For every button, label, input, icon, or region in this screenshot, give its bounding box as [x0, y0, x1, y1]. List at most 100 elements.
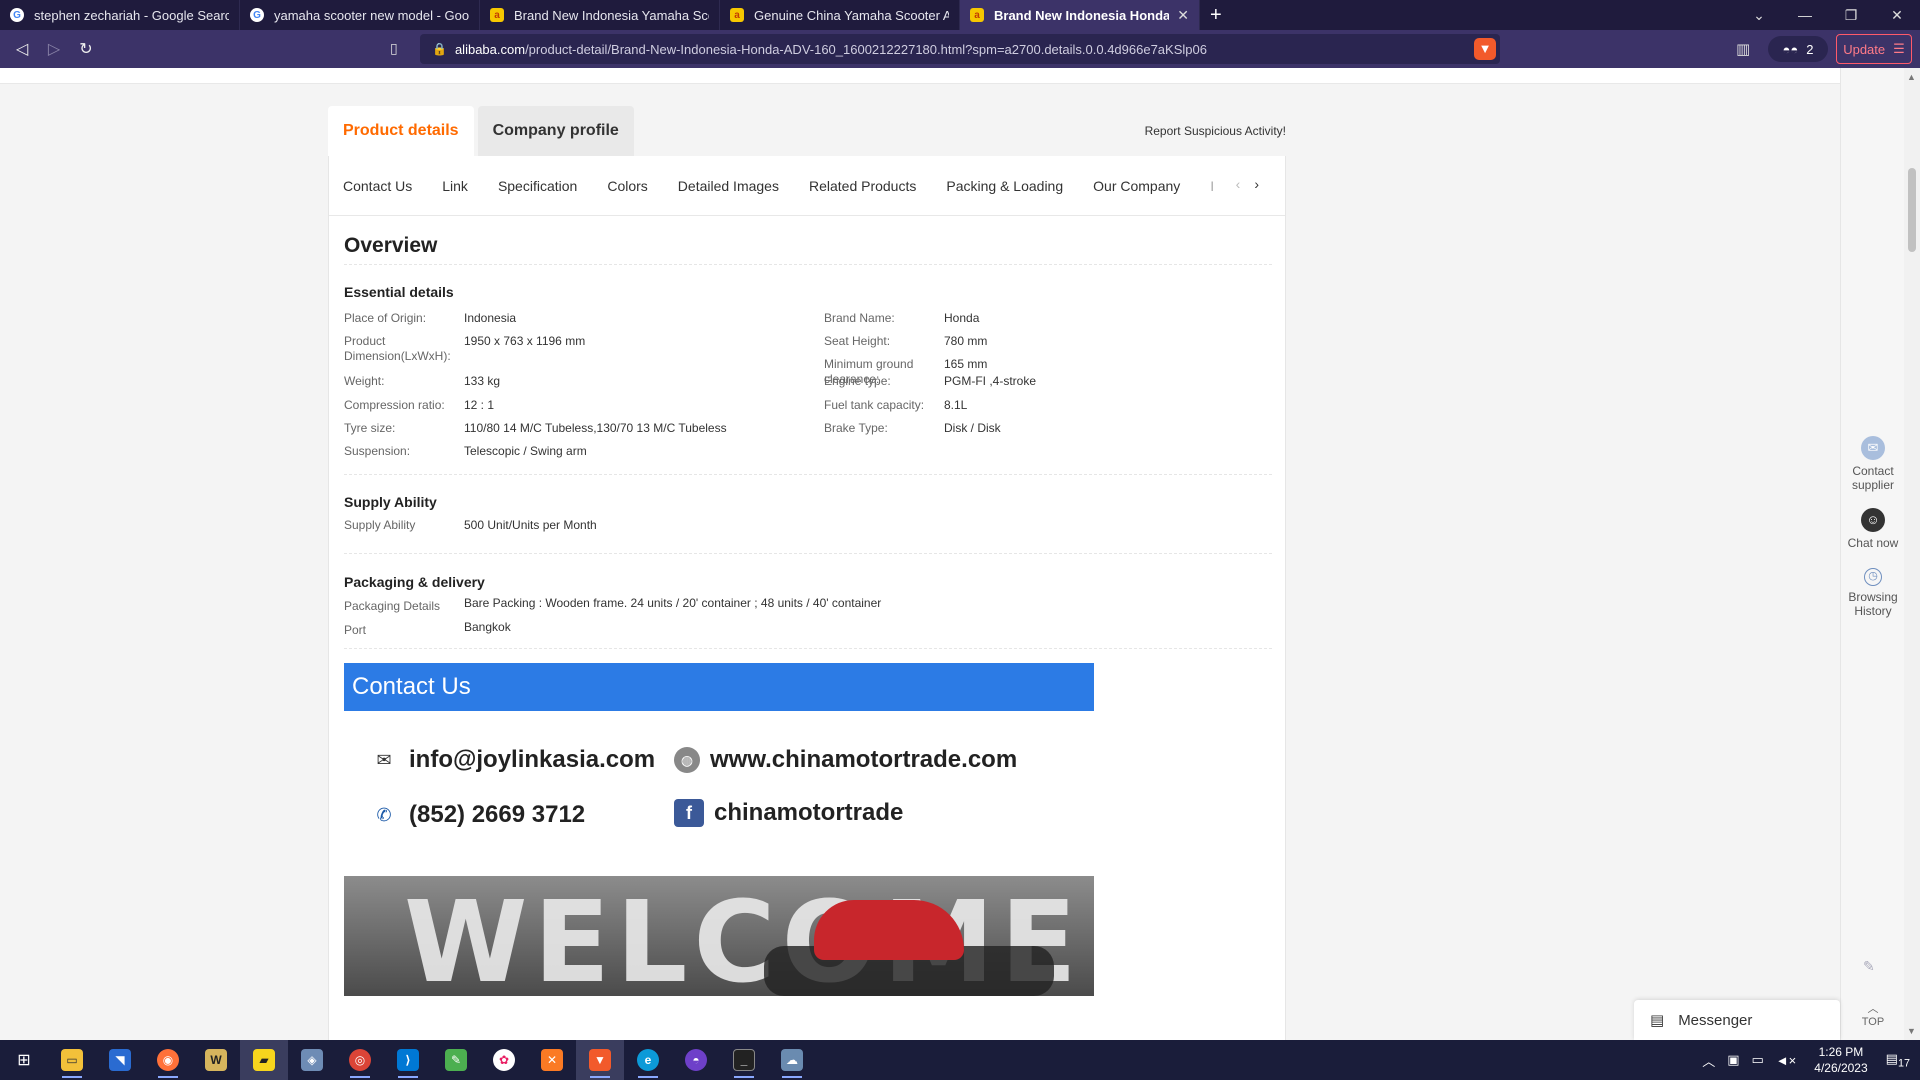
taskbar-github[interactable]: ◓	[672, 1040, 720, 1080]
restore-button[interactable]: ❐	[1828, 0, 1874, 30]
taskbar-app-1[interactable]: ◥	[96, 1040, 144, 1080]
phone-text: (852) 2669 3712	[409, 801, 586, 828]
nav-more[interactable]: I	[1210, 178, 1214, 194]
close-window-button[interactable]: ✕	[1874, 0, 1920, 30]
volume-icon[interactable]: ◄×	[1776, 1053, 1796, 1068]
google-icon: G	[250, 8, 264, 22]
spec-value: 133 kg	[464, 374, 501, 388]
taskbar-explorer[interactable]: ▭	[48, 1040, 96, 1080]
notification-icon[interactable]: ▤17	[1886, 1051, 1910, 1070]
bookmark-icon[interactable]: ▯	[390, 40, 398, 57]
nav-packing-loading[interactable]: Packing & Loading	[946, 178, 1063, 194]
nav-colors[interactable]: Colors	[607, 178, 647, 194]
taskbar-terminal[interactable]: _	[720, 1040, 768, 1080]
taskbar-vscode[interactable]: ⟩	[384, 1040, 432, 1080]
taskbar-notepad[interactable]: ✎	[432, 1040, 480, 1080]
meet-icon[interactable]: ▣	[1727, 1052, 1739, 1068]
chat-now-button[interactable]: ☺ Chat now	[1841, 508, 1905, 550]
taskbar-app-4[interactable]: ☁	[768, 1040, 816, 1080]
browser-tab-1[interactable]: G stephen zechariah - Google Search	[0, 0, 240, 30]
update-button[interactable]: Update ☰	[1836, 34, 1912, 64]
browser-tab-2[interactable]: G yamaha scooter new model - Google S	[240, 0, 480, 30]
report-link[interactable]: Report Suspicious Activity!	[1145, 124, 1286, 138]
spec-key: Compression ratio:	[344, 398, 445, 412]
new-tab-button[interactable]: +	[1210, 4, 1222, 27]
network-icon[interactable]: ▭	[1752, 1052, 1764, 1068]
browsing-history-button[interactable]: ◷ Browsing History	[1841, 568, 1905, 618]
spec-row: Supply Ability 500 Unit/Units per Month	[344, 518, 1244, 533]
nav-our-company[interactable]: Our Company	[1093, 178, 1180, 194]
chevron-up-icon[interactable]: ︿	[1702, 1051, 1715, 1070]
feedback-icon[interactable]: ✎	[1863, 958, 1875, 975]
xampp-icon: ✕	[541, 1049, 563, 1071]
clock[interactable]: 1:26 PM 4/26/2023	[1814, 1044, 1867, 1076]
messenger-widget[interactable]: ▤ Messenger	[1634, 1000, 1840, 1040]
spec-value: Disk / Disk	[944, 421, 1001, 435]
detail-content: Contact Us Link Specification Colors Det…	[328, 156, 1286, 1040]
page-scrollbar[interactable]: ▲ ▼	[1904, 68, 1920, 1040]
taskbar-chrome[interactable]: ◎	[336, 1040, 384, 1080]
nav-specification[interactable]: Specification	[498, 178, 577, 194]
spec-row: Product Dimension(LxWxH): 1950 x 763 x 1…	[344, 334, 804, 364]
divider	[344, 648, 1272, 649]
back-to-top-button[interactable]: ︿ TOP	[1841, 1000, 1905, 1028]
tab-company-profile[interactable]: Company profile	[477, 106, 634, 156]
page-top-strip	[0, 68, 1840, 84]
firefox-icon: ◉	[157, 1049, 179, 1071]
scroll-down-icon[interactable]: ▼	[1907, 1026, 1916, 1036]
divider	[344, 264, 1272, 265]
nav-contact-us[interactable]: Contact Us	[343, 178, 412, 194]
taskbar-brave[interactable]: ▼	[576, 1040, 624, 1080]
browser-tab-3[interactable]: a Brand New Indonesia Yamaha Scooter	[480, 0, 720, 30]
taskbar-xampp[interactable]: ✕	[528, 1040, 576, 1080]
chevron-left-icon[interactable]: ‹	[1236, 176, 1255, 192]
google-icon: G	[10, 8, 24, 22]
spec-row: Suspension: Telescopic / Swing arm	[344, 444, 804, 459]
taskbar-edge[interactable]: e	[624, 1040, 672, 1080]
service-rail: ✉ Contact supplier ☺ Chat now ◷ Browsing…	[1840, 68, 1904, 1040]
supply-section: Supply Ability	[344, 494, 1274, 510]
nav-related-products[interactable]: Related Products	[809, 178, 916, 194]
contact-facebook: f chinamotortrade	[674, 799, 903, 827]
spec-row: Seat Height: 780 mm	[824, 334, 1264, 349]
browsing-history-label: Browsing History	[1848, 590, 1898, 618]
browser-tab-5[interactable]: a Brand New Indonesia Honda Adv ✕	[960, 0, 1200, 30]
minimize-button[interactable]: —	[1782, 0, 1828, 30]
taskbar-firefox[interactable]: ◉	[144, 1040, 192, 1080]
github-icon: ◓	[685, 1049, 707, 1071]
start-button[interactable]: ⊞	[0, 1040, 48, 1080]
spec-key: Product Dimension(LxWxH):	[344, 334, 451, 363]
chevron-right-icon[interactable]: ›	[1254, 176, 1273, 192]
url-bar[interactable]: 🔒 alibaba.com/product-detail/Brand-New-I…	[420, 34, 1500, 64]
website-text: www.chinamotortrade.com	[710, 746, 1018, 773]
spec-row: Brand Name: Honda	[824, 311, 1264, 326]
scroll-up-icon[interactable]: ▲	[1907, 72, 1916, 82]
clock-date: 4/26/2023	[1814, 1061, 1868, 1075]
tab-product-details[interactable]: Product details	[328, 106, 474, 156]
clock-time: 1:26 PM	[1818, 1045, 1864, 1059]
wallet-button[interactable]: ◓◓ 2	[1768, 36, 1828, 62]
tab-title: Brand New Indonesia Honda Adv	[994, 7, 1170, 23]
browser-tab-4[interactable]: a Genuine China Yamaha Scooter Aeros	[720, 0, 960, 30]
section-nav: Contact Us Link Specification Colors Det…	[329, 156, 1285, 216]
supply-title: Supply Ability	[344, 494, 437, 510]
phone-icon: ✆	[376, 804, 392, 825]
tab-search-icon[interactable]: ⌄	[1736, 0, 1782, 30]
scroll-thumb[interactable]	[1908, 168, 1916, 252]
nav-arrows: ‹›	[1236, 176, 1273, 192]
sidebar-icon[interactable]: ▥	[1736, 40, 1750, 58]
nav-link[interactable]: Link	[442, 178, 468, 194]
close-tab-icon[interactable]: ✕	[1177, 7, 1189, 24]
contact-supplier-label: Contact supplier	[1851, 464, 1895, 492]
taskbar-word[interactable]: W	[192, 1040, 240, 1080]
reload-icon[interactable]: ↻	[70, 39, 102, 59]
contact-supplier-button[interactable]: ✉ Contact supplier	[1841, 436, 1905, 492]
alibaba-icon: a	[970, 8, 984, 22]
forward-icon[interactable]: ▷	[38, 39, 70, 59]
taskbar-sticky-notes[interactable]: ▰	[240, 1040, 288, 1080]
nav-detailed-images[interactable]: Detailed Images	[678, 178, 779, 194]
taskbar-app-3[interactable]: ✿	[480, 1040, 528, 1080]
brave-shields-icon[interactable]: ▼	[1474, 38, 1496, 60]
back-icon[interactable]: ◁	[6, 39, 38, 59]
taskbar-app-2[interactable]: ◈	[288, 1040, 336, 1080]
